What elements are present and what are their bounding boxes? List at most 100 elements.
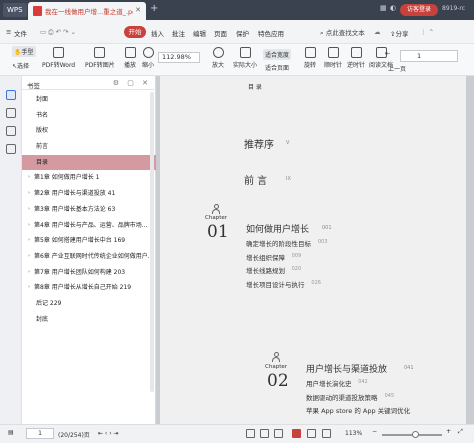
bookmark-item[interactable]: › 第4章 用户增长与产品、运营、品牌市场...	[22, 218, 156, 234]
toc-recommend[interactable]: 推荐序	[244, 136, 274, 151]
play-button[interactable]: 播放	[124, 47, 136, 69]
toc-section-label[interactable]: 增长组织保障	[246, 252, 285, 262]
document-tab[interactable]: 我在一线做用户增...重之道_.pdf ✕	[28, 2, 146, 20]
new-tab-icon[interactable]: +	[150, 3, 158, 14]
play-mode-icon[interactable]	[292, 429, 301, 438]
menu-start-tab[interactable]: 开始	[124, 26, 146, 38]
expand-arrow-icon[interactable]: ›	[28, 265, 30, 281]
tab-close-icon[interactable]: ✕	[135, 6, 141, 14]
menu-icon[interactable]: ≡	[6, 28, 11, 36]
bookmark-item[interactable]: 书名	[22, 108, 156, 124]
bookmark-panel-icon[interactable]	[6, 90, 16, 100]
zoom-out-button[interactable]: 缩小	[142, 47, 154, 69]
fit-icon[interactable]: ⤢	[458, 428, 463, 436]
menu-protect-tab[interactable]: 保护	[236, 28, 249, 38]
bookmark-item[interactable]: › 第8章 用户增长从增长自己开始 219	[22, 280, 156, 296]
bookmark-scrollbar[interactable]	[150, 92, 154, 392]
toc-section-label[interactable]: 数据驱动的渠道投放策略	[306, 392, 378, 402]
bookmark-item[interactable]: › 第1章 如何做用户增长 1	[22, 170, 156, 186]
expand-arrow-icon[interactable]: ›	[28, 280, 30, 296]
window-grid-icon[interactable]: ▦	[380, 4, 387, 12]
login-button[interactable]: 访客登录	[400, 4, 438, 16]
bookmark-item-label: 封面	[36, 96, 49, 103]
toc-section-label[interactable]: 增长项目设计与执行	[246, 279, 305, 289]
prev-page-button[interactable]: 上一页	[388, 64, 406, 73]
status-nav-arrows[interactable]: ⇤ ‹ › ⇥	[98, 430, 119, 437]
cloud-icon[interactable]: ☁	[374, 28, 381, 36]
single-page-icon[interactable]	[246, 429, 255, 438]
select-tool-button[interactable]: ↖选择	[12, 61, 29, 70]
zoom-minus-icon[interactable]: −	[372, 428, 377, 435]
pdf-to-image-button[interactable]: PDF转图片	[85, 47, 115, 69]
bookmark-toggle-icon[interactable]: ▤	[8, 429, 14, 436]
menu-page-tab[interactable]: 页面	[214, 28, 227, 38]
chapter-1-title[interactable]: 如何做用户增长	[246, 222, 309, 235]
comment-icon[interactable]	[6, 126, 16, 136]
clockwise-button[interactable]: 顺时针	[324, 47, 342, 69]
zoom-plus-icon[interactable]: +	[446, 428, 451, 435]
menu-insert-tab[interactable]: 插入	[151, 28, 164, 38]
file-menu[interactable]: 文件	[14, 28, 27, 38]
continuous-page-icon[interactable]	[274, 429, 283, 438]
toc-section-label[interactable]: 确定增长的阶段性目标	[246, 238, 311, 248]
page-number-input[interactable]: 1	[400, 50, 458, 62]
quick-access-icons[interactable]: ▭ ⎙ ↶ ↷ ⌄	[40, 28, 76, 37]
bookmark-item[interactable]: 封底	[22, 312, 156, 328]
zoom-input[interactable]: 112.98%	[158, 52, 200, 63]
zoom-slider-knob[interactable]	[412, 431, 419, 438]
counterclockwise-button[interactable]: 逆时针	[347, 47, 365, 69]
actual-size-button[interactable]: 实际大小	[233, 47, 257, 69]
bookmark-item[interactable]: › 第3章 用户增长基本方法论 63	[22, 202, 156, 218]
expand-arrow-icon[interactable]: ›	[28, 186, 30, 202]
expand-arrow-icon[interactable]: ›	[28, 202, 30, 218]
first-page-icon[interactable]: ⇤	[385, 50, 390, 57]
nav-arrows[interactable]: ⇤	[385, 50, 390, 57]
toc-section-label[interactable]: 用户增长演化史	[306, 378, 352, 388]
thumbnail-icon[interactable]	[6, 108, 16, 118]
toc-preface[interactable]: 前 言	[244, 172, 267, 187]
hand-tool-button[interactable]: ✋手型	[12, 46, 36, 57]
menu-feature-tab[interactable]: 特色应用	[258, 28, 284, 38]
chapter-2-title[interactable]: 用户增长与渠道投放	[306, 362, 387, 375]
expand-arrow-icon[interactable]: ›	[28, 218, 30, 234]
bookmark-item-label: 第4章 用户增长与产品、运营、品牌市场...	[34, 221, 148, 229]
double-page-icon[interactable]	[260, 429, 269, 438]
menu-comment-tab[interactable]: 批注	[172, 28, 185, 38]
bookmark-item[interactable]: › 第2章 用户增长与渠道投放 41	[22, 186, 156, 202]
share-button[interactable]: ⇪分享	[390, 28, 408, 38]
bookmark-item-label: 第3章 用户增长基本方法论 63	[34, 205, 116, 213]
toc-section-label[interactable]: 苹果 App store 的 App 关键词优化	[306, 405, 410, 415]
bookmark-tools-icons[interactable]: ⚙ ▢ ✕	[113, 79, 151, 87]
expand-arrow-icon[interactable]: ›	[28, 249, 30, 265]
rotate-button[interactable]: 旋转	[304, 47, 316, 69]
expand-arrow-icon[interactable]: ›	[28, 170, 30, 186]
menu-edit-tab[interactable]: 编辑	[193, 28, 206, 38]
fit-width-button[interactable]: 适合宽度	[263, 49, 292, 60]
person-icon	[212, 204, 220, 214]
bookmark-item[interactable]: › 第6章 产业互联网时代传统企业如何做用户...	[22, 249, 156, 265]
fullscreen-icon[interactable]	[322, 429, 331, 438]
pdf-to-word-button[interactable]: PDF转Word	[42, 47, 75, 69]
attachment-icon[interactable]	[6, 144, 16, 154]
status-page-input[interactable]: 1	[26, 428, 54, 439]
page-header: 目 录	[248, 84, 262, 91]
more-icon[interactable]: ⋮ ⌃	[420, 28, 434, 36]
toc-section-page: 009	[291, 252, 302, 259]
expand-arrow-icon[interactable]: ›	[28, 233, 30, 249]
bookmark-item[interactable]: 封面	[22, 92, 156, 108]
skin-icon[interactable]: ◐	[390, 4, 396, 12]
zoom-out-icon	[142, 47, 154, 58]
toc-section-label[interactable]: 增长线路规划	[246, 265, 285, 275]
bookmark-item[interactable]: 版权	[22, 123, 156, 139]
fit-page-button[interactable]: 适合页面	[265, 63, 289, 72]
bookmark-item[interactable]: 前言	[22, 139, 156, 155]
bookmark-item[interactable]: › 第5章 如何搭建用户增长中台 169	[22, 233, 156, 249]
wps-logo[interactable]: WPS	[3, 3, 27, 17]
bookmark-item[interactable]: 目录	[22, 154, 156, 171]
bookmark-item[interactable]: 后记 229	[22, 296, 156, 312]
eye-icon[interactable]	[307, 429, 316, 438]
zoom-in-button[interactable]: 放大	[212, 47, 224, 69]
bookmark-item[interactable]: › 第7章 用户增长团队如何构建 203	[22, 265, 156, 281]
search-button[interactable]: ⌕ 点此查找文本	[320, 27, 365, 38]
toc-recommend-page: V	[286, 140, 290, 146]
